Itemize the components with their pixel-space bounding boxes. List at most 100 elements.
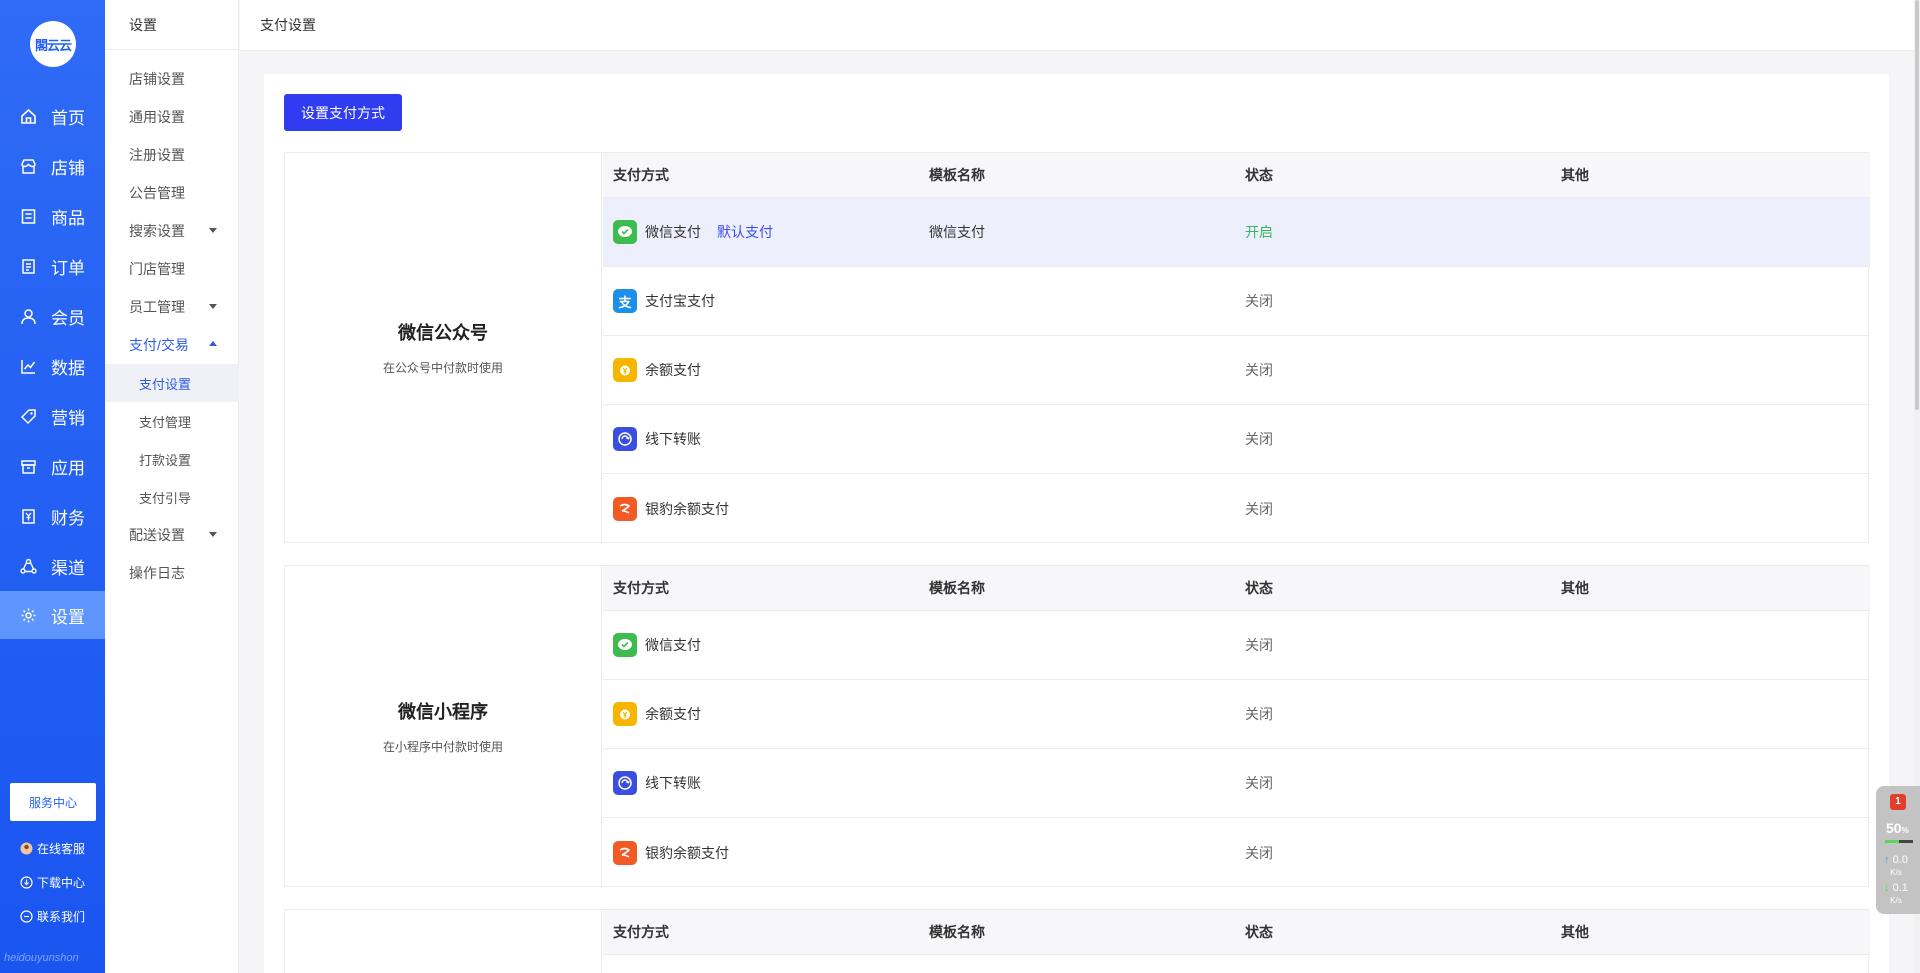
method-cell: 微信支付 默认支付 bbox=[603, 220, 919, 244]
sidebar-item-announcements[interactable]: 公告管理 bbox=[105, 174, 239, 212]
data-icon bbox=[19, 357, 37, 375]
sidebar-item-store-settings[interactable]: 店铺设置 bbox=[105, 60, 239, 98]
online-service-link[interactable]: 在线客服 bbox=[19, 840, 85, 857]
sidebar-item-stores[interactable]: 门店管理 bbox=[105, 250, 239, 288]
contact-us-label: 联系我们 bbox=[37, 910, 86, 924]
nav-item-goods[interactable]: 商品 bbox=[0, 192, 105, 240]
header-other: 其他 bbox=[1561, 580, 1589, 596]
sidebar-child-payment-guide[interactable]: 支付引导 bbox=[105, 478, 239, 516]
sidebar-title: 设置 bbox=[105, 0, 238, 50]
table-row[interactable]: 微信支付 关闭 bbox=[603, 611, 1870, 680]
method-name: 银豹余额支付 bbox=[645, 500, 729, 517]
table-row[interactable]: 银豹余额支付 关闭 bbox=[603, 818, 1870, 887]
table-header: 支付方式 模板名称 状态 其他 bbox=[603, 910, 1870, 955]
cpu-usage-fill bbox=[1885, 840, 1899, 843]
table-row[interactable]: 线下转账 关闭 bbox=[603, 749, 1870, 818]
method-cell: 余额支付 bbox=[603, 702, 919, 726]
nav-item-app[interactable]: 应用 bbox=[0, 442, 105, 490]
sidebar-item-register-settings[interactable]: 注册设置 bbox=[105, 136, 239, 174]
group-name: 微信公众号 bbox=[398, 323, 488, 343]
header-other: 其他 bbox=[1561, 924, 1589, 940]
table-row[interactable]: 微信支付 默认支付 微信支付 开启 bbox=[603, 198, 1870, 267]
method-name: 线下转账 bbox=[645, 775, 701, 791]
method-name: 余额支付 bbox=[645, 706, 701, 722]
nav-item-member[interactable]: 会员 bbox=[0, 292, 105, 340]
sidebar-item-delivery-settings[interactable]: 配送设置 bbox=[105, 516, 239, 554]
sidebar-child-payout-settings[interactable]: 打款设置 bbox=[105, 440, 239, 478]
finance-icon bbox=[19, 507, 37, 525]
sidebar-item-staff[interactable]: 员工管理 bbox=[105, 288, 239, 326]
method-cell: 微信支付 bbox=[603, 633, 919, 657]
status-cell: 关闭 bbox=[1245, 500, 1273, 517]
cpu-usage-bar bbox=[1885, 840, 1913, 843]
nav-item-store[interactable]: 店铺 bbox=[0, 142, 105, 190]
order-icon bbox=[19, 257, 37, 275]
network-monitor-widget[interactable]: 1 50% ↑ 0.0 K/s ↓ 0.1 K/s bbox=[1876, 786, 1920, 914]
sidebar-child-payment-management[interactable]: 支付管理 bbox=[105, 402, 239, 440]
default-payment-tag: 默认支付 bbox=[717, 224, 773, 240]
method-name: 支付宝支付 bbox=[645, 293, 715, 309]
download-center-label: 下载中心 bbox=[37, 876, 86, 890]
home-icon bbox=[19, 107, 37, 125]
nav-item-finance[interactable]: 财务 bbox=[0, 492, 105, 540]
channel-icon bbox=[19, 557, 37, 575]
nav-item-home[interactable]: 首页 bbox=[0, 92, 105, 140]
wechat-pay-icon bbox=[613, 633, 637, 657]
status-cell: 关闭 bbox=[1245, 637, 1273, 653]
tag-icon bbox=[19, 407, 37, 425]
sidebar-item-operation-log[interactable]: 操作日志 bbox=[105, 554, 239, 592]
sidebar-item-payment-trade[interactable]: 支付/交易 bbox=[105, 326, 239, 364]
table-row[interactable]: 余额支付 关闭 bbox=[603, 680, 1870, 749]
nav-item-marketing[interactable]: 营销 bbox=[0, 392, 105, 440]
method-name: 余额支付 bbox=[645, 362, 701, 378]
chevron-down-icon bbox=[209, 228, 217, 233]
alipay-icon: 支 bbox=[613, 289, 637, 313]
scrollbar-thumb[interactable] bbox=[1915, 0, 1919, 410]
method-cell: 余额支付 bbox=[603, 358, 919, 382]
download-speed-unit: K/s bbox=[1890, 896, 1902, 905]
status-cell: 开启 bbox=[1245, 224, 1273, 240]
nav-item-label: 应用 bbox=[51, 458, 85, 478]
payment-group-partial: 支付方式 模板名称 状态 其他 bbox=[284, 909, 1870, 973]
download-center-link[interactable]: 下载中心 bbox=[19, 874, 85, 891]
page-title: 支付设置 bbox=[260, 17, 316, 33]
table-row[interactable]: 银豹余额支付 关闭 bbox=[603, 474, 1870, 543]
download-arrow-icon: ↓ bbox=[1884, 882, 1890, 894]
nav-item-data[interactable]: 数据 bbox=[0, 342, 105, 390]
download-icon bbox=[19, 876, 33, 890]
method-cell: 线下转账 bbox=[603, 771, 919, 795]
logo[interactable]: 閣云云 bbox=[30, 21, 76, 67]
service-center-button[interactable]: 服务中心 bbox=[10, 783, 96, 821]
nav-item-label: 营销 bbox=[51, 408, 85, 428]
logo-text: 閣云云 bbox=[34, 37, 72, 53]
header-status: 状态 bbox=[1245, 167, 1273, 183]
sidebar-item-general-settings[interactable]: 通用设置 bbox=[105, 98, 239, 136]
table-row[interactable]: 余额支付 关闭 bbox=[603, 336, 1870, 405]
payment-table: 支付方式 模板名称 状态 其他 微信支付 关闭 余额支付 关闭 线下转账 关闭 … bbox=[603, 566, 1870, 887]
group-info: 微信小程序 在小程序中付款时使用 bbox=[285, 566, 602, 886]
status-cell: 关闭 bbox=[1245, 706, 1273, 722]
sidebar-item-search-settings[interactable]: 搜索设置 bbox=[105, 212, 239, 250]
payment-group-mini-program: 微信小程序 在小程序中付款时使用 支付方式 模板名称 状态 其他 微信支付 关闭 bbox=[284, 565, 1870, 887]
method-cell: 支 支付宝支付 bbox=[603, 289, 919, 313]
sidebar-child-payment-settings[interactable]: 支付设置 bbox=[105, 364, 239, 402]
header-template: 模板名称 bbox=[929, 580, 985, 596]
table-row[interactable]: 支 支付宝支付 关闭 bbox=[603, 267, 1870, 336]
group-info bbox=[285, 910, 602, 973]
table-row[interactable]: 线下转账 关闭 bbox=[603, 405, 1870, 474]
set-payment-method-button[interactable]: 设置支付方式 bbox=[284, 94, 402, 131]
sidebar-item-label: 支付/交易 bbox=[129, 337, 189, 353]
nav-item-settings[interactable]: 设置 bbox=[0, 591, 105, 639]
method-cell: 线下转账 bbox=[603, 427, 919, 451]
nav-item-channel[interactable]: 渠道 bbox=[0, 542, 105, 590]
header-method: 支付方式 bbox=[613, 924, 669, 940]
header-method: 支付方式 bbox=[613, 167, 669, 183]
contact-us-link[interactable]: 联系我们 bbox=[19, 908, 85, 925]
nav-item-label: 会员 bbox=[51, 308, 85, 328]
nav-item-label: 设置 bbox=[51, 607, 85, 627]
sidebar-item-label: 员工管理 bbox=[129, 299, 185, 315]
status-cell: 关闭 bbox=[1245, 431, 1273, 447]
nav-item-order[interactable]: 订单 bbox=[0, 242, 105, 290]
table-header: 支付方式 模板名称 状态 其他 bbox=[603, 153, 1870, 198]
template-cell: 微信支付 bbox=[929, 224, 985, 240]
